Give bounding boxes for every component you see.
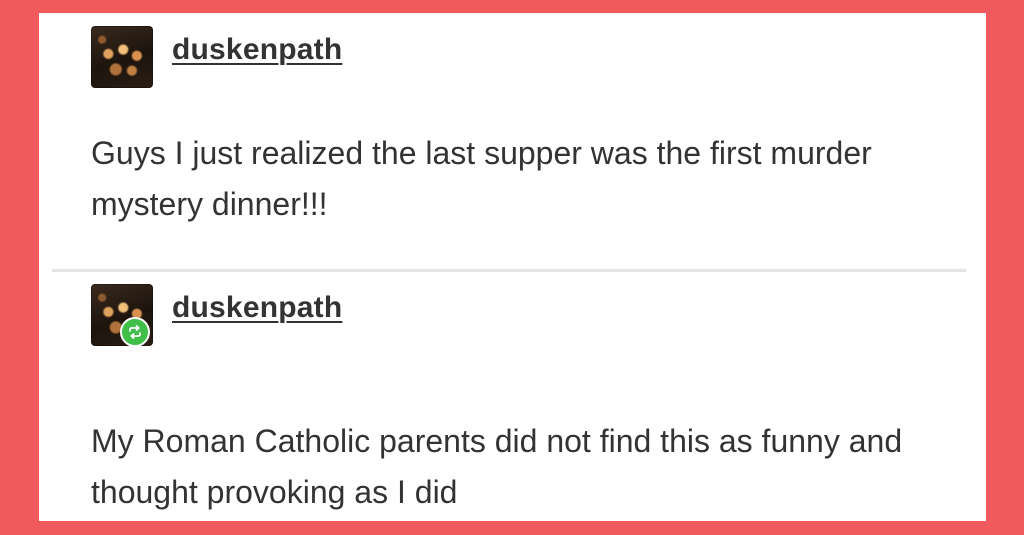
avatar[interactable] <box>91 26 153 88</box>
post-header: duskenpath <box>91 26 342 88</box>
avatar[interactable] <box>91 284 153 347</box>
username-link[interactable]: duskenpath <box>172 291 342 325</box>
post-header: duskenpath <box>91 284 342 347</box>
post-text: Guys I just realized the last supper was… <box>91 135 872 222</box>
reblog-arrows-icon <box>129 325 141 339</box>
reblog-icon <box>120 317 150 347</box>
post-card: duskenpath Guys I just realized the last… <box>39 13 986 521</box>
post-text: My Roman Catholic parents did not find t… <box>91 423 903 510</box>
post-divider <box>52 269 966 272</box>
username-link[interactable]: duskenpath <box>172 33 342 67</box>
